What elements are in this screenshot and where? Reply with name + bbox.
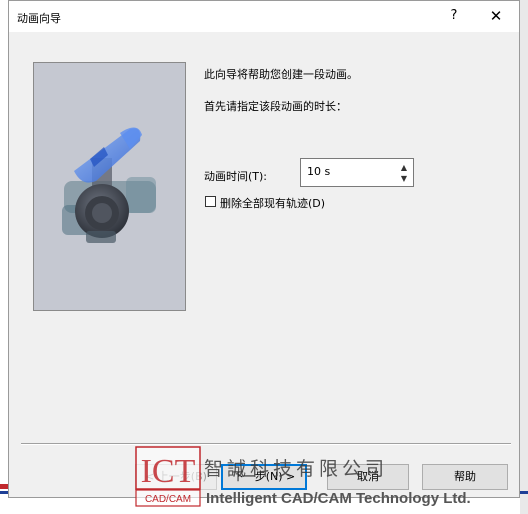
spin-down-icon[interactable]: ▼ xyxy=(398,173,410,184)
duration-value[interactable]: 10 s xyxy=(307,165,330,178)
help-icon[interactable]: ? xyxy=(439,5,469,27)
duration-label: 动画时间(T): xyxy=(204,170,268,183)
wizard-preview-image xyxy=(33,62,186,311)
close-icon[interactable]: ✕ xyxy=(481,5,511,27)
title-bar[interactable]: 动画向导 ? ✕ xyxy=(9,1,519,32)
duration-spinbox[interactable]: 10 s ▲ ▼ xyxy=(300,158,414,187)
delete-paths-checkbox[interactable] xyxy=(205,196,216,207)
company-name-cn: 智誠科技有限公司 xyxy=(204,458,388,480)
animation-wizard-dialog: 动画向导 ? ✕ 此向导将帮助您创建一段动画。 首先请指定该段动画的时长： 动画… xyxy=(8,0,520,498)
company-watermark: ICT CAD/CAM 智誠科技有限公司 Intelligent CAD/CAM… xyxy=(135,446,471,507)
company-name-en: Intelligent CAD/CAM Technology Ltd. xyxy=(206,490,471,507)
spin-up-icon[interactable]: ▲ xyxy=(398,162,410,173)
logo-letters: ICT xyxy=(141,453,196,490)
valve-model-illustration xyxy=(62,127,156,243)
intro-line-1: 此向导将帮助您创建一段动画。 xyxy=(204,68,358,81)
logo-sub: CAD/CAM xyxy=(145,494,191,505)
intro-line-2: 首先请指定该段动画的时长： xyxy=(204,100,347,113)
backdrop-window-edge xyxy=(520,0,528,514)
delete-paths-label[interactable]: 删除全部现有轨迹(D) xyxy=(220,195,325,211)
window-title: 动画向导 xyxy=(17,12,61,25)
